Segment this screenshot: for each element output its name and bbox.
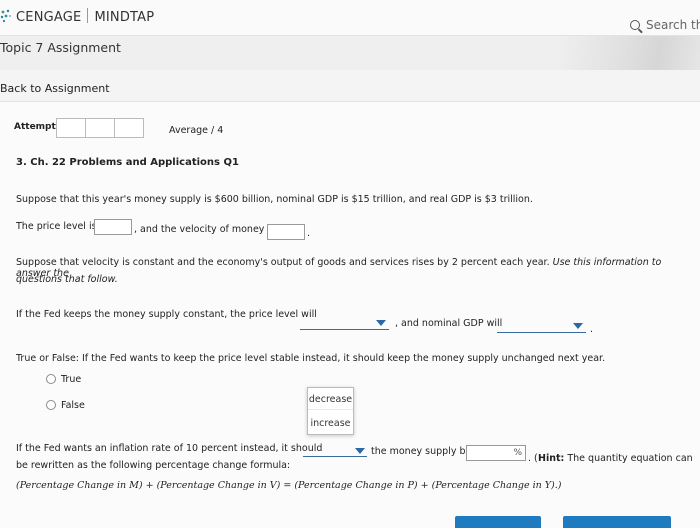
attempt-box (56, 118, 86, 138)
dropdown-underline (300, 329, 389, 330)
assumption-main: Suppose that velocity is constant and th… (16, 257, 550, 268)
check-answer-button[interactable] (455, 516, 541, 528)
option-increase[interactable]: increase (308, 413, 353, 434)
average-score: Average / 4 (169, 125, 224, 136)
option-decrease[interactable]: decrease (308, 389, 353, 410)
price-level-label: The price level is (16, 221, 97, 232)
price-level-dropdown[interactable] (300, 318, 389, 332)
brand-divider (87, 8, 89, 23)
dropdown-underline (303, 456, 367, 457)
question-intro: Suppose that this year's money supply is… (16, 194, 533, 205)
attempt-box (114, 118, 144, 138)
chevron-down-icon (376, 320, 386, 326)
brand-mindtap: MINDTAP (94, 10, 155, 25)
velocity-period: . (307, 228, 311, 239)
price-level-input[interactable] (94, 219, 132, 235)
velocity-input[interactable] (267, 224, 305, 240)
fed-constant-label: If the Fed keeps the money supply consta… (16, 309, 317, 320)
brand-logo[interactable]: CENGAGE MINDTAP (16, 8, 154, 25)
true-false-prompt: True or False: If the Fed wants to keep … (16, 353, 606, 364)
money-supply-label: the money supply by (371, 446, 472, 457)
attempt-box (85, 118, 115, 138)
hint-paren: . ( (528, 453, 538, 464)
radio-false-label: False (61, 400, 85, 411)
hint-line-2: be rewritten as the following percentage… (16, 460, 291, 471)
question-title: 3. Ch. 22 Problems and Applications Q1 (16, 157, 239, 168)
hint-label: Hint: (538, 453, 565, 464)
percent-sign: % (513, 448, 522, 458)
radio-true-label: True (61, 374, 82, 385)
hint-body: The quantity equation can (567, 453, 693, 464)
radio-true[interactable] (46, 374, 56, 384)
hint-text: Hint: The quantity equation can (538, 453, 693, 464)
back-to-assignment-link[interactable]: Back to Assignment (0, 82, 110, 95)
nominal-gdp-period: . (590, 324, 594, 335)
nominal-gdp-label: , and nominal GDP will (395, 318, 503, 329)
money-supply-dropdown[interactable] (303, 445, 367, 459)
brand-cengage: CENGAGE (16, 10, 82, 25)
page-title: Topic 7 Assignment (0, 40, 121, 55)
search-icon (630, 20, 640, 30)
percent-input[interactable]: % (466, 445, 526, 461)
radio-false[interactable] (46, 400, 56, 410)
search-label: Search thi (646, 18, 700, 32)
cengage-logo-icon (0, 9, 11, 23)
velocity-label: , and the velocity of money is (134, 224, 276, 235)
attempts-label: Attempts (14, 122, 62, 132)
percentage-change-formula: (Percentage Change in M) + (Percentage C… (16, 480, 562, 491)
inflation-label: If the Fed wants an inflation rate of 10… (16, 443, 323, 454)
nominal-gdp-dropdown[interactable] (497, 321, 586, 335)
chevron-down-icon (355, 448, 365, 454)
banner-art (560, 36, 700, 70)
chevron-down-icon (573, 323, 583, 329)
assumption-italic-cont: questions that follow. (16, 274, 118, 285)
dropdown-underline (497, 332, 586, 333)
search-button[interactable]: Search thi (630, 18, 700, 32)
dropdown-menu: decrease increase (307, 387, 354, 435)
save-continue-button[interactable] (563, 516, 671, 528)
